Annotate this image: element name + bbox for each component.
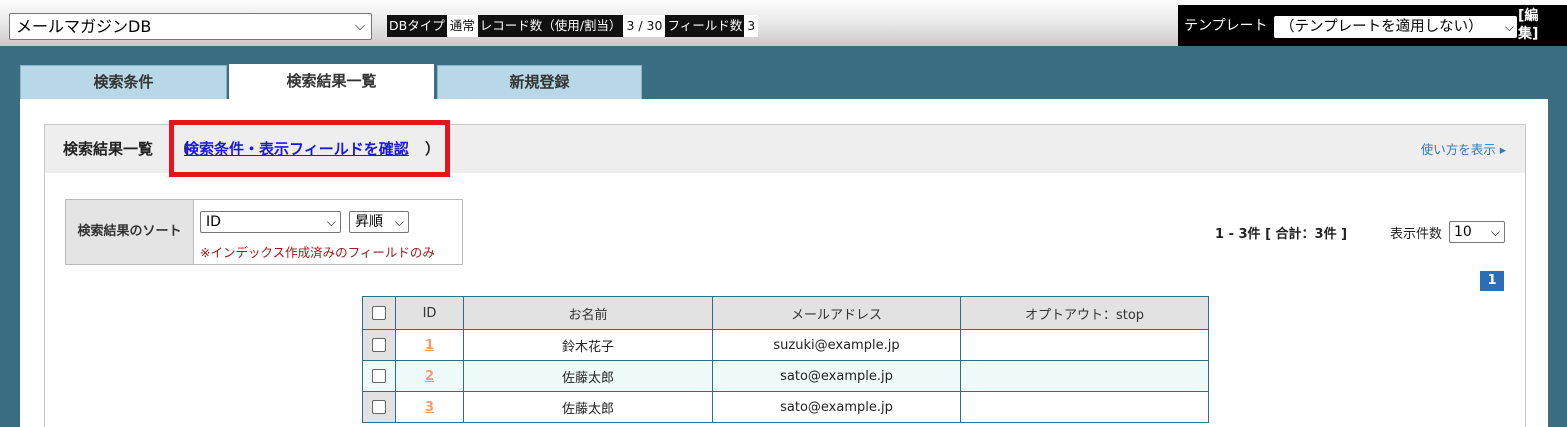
sort-order-select[interactable]: 昇順 ⌵ xyxy=(349,211,409,233)
table-row: 3 佐藤太郎 sato@example.jp xyxy=(362,391,1209,423)
id-cell: 1 xyxy=(395,329,464,361)
section-header: 検索結果一覧 （ 検索条件・表示フィールドを確認 ） 使い方を表示 ▸ xyxy=(45,120,1525,177)
main-panel: 検索結果一覧 （ 検索条件・表示フィールドを確認 ） 使い方を表示 ▸ 検索結果… xyxy=(20,99,1548,427)
perpage-value: 10 xyxy=(1454,224,1472,240)
row-select-cell xyxy=(362,391,396,423)
sort-field-value: ID xyxy=(206,214,221,230)
record-id-link[interactable]: 1 xyxy=(425,338,434,353)
table-row: 2 佐藤太郎 sato@example.jp xyxy=(362,360,1209,392)
sort-order-value: 昇順 xyxy=(355,214,383,230)
sort-box: 検索結果のソート ID ⌵ 昇順 ⌵ ※インデックス作成済みのフィールドのみ xyxy=(65,199,463,265)
col-name-header: お名前 xyxy=(463,296,713,330)
name-cell: 佐藤太郎 xyxy=(463,360,713,392)
section-title: 検索結果一覧 xyxy=(63,140,154,158)
record-id-link[interactable]: 2 xyxy=(425,369,434,384)
optout-cell xyxy=(960,360,1209,392)
id-cell: 2 xyxy=(395,360,464,392)
page-button-1[interactable]: 1 xyxy=(1480,271,1504,291)
select-all-cell xyxy=(362,296,396,330)
id-cell: 3 xyxy=(395,391,464,423)
results-table: ID お名前 メールアドレス オプトアウト：stop 1 鈴木花子 suzuki… xyxy=(362,296,1209,423)
row-checkbox[interactable] xyxy=(372,338,386,352)
name-cell: 鈴木花子 xyxy=(463,329,713,361)
tab-search-conditions[interactable]: 検索条件 xyxy=(20,65,227,100)
howto-link[interactable]: 使い方を表示 ▸ xyxy=(1421,139,1506,158)
chevron-down-icon: ⌵ xyxy=(1490,225,1500,239)
stat-records-label: レコード数（使用/割当） xyxy=(477,15,624,37)
db-stats: DBタイプ 通常 レコード数（使用/割当） 3 / 30 フィールド数 3 xyxy=(387,15,759,37)
stat-records-value: 3 / 30 xyxy=(623,15,666,37)
template-select[interactable]: （テンプレートを適用しない） ⌵ xyxy=(1274,16,1517,38)
chevron-down-icon: ⌵ xyxy=(355,19,365,34)
col-optout-header: オプトアウト：stop xyxy=(960,296,1209,330)
col-email-header: メールアドレス xyxy=(712,296,961,330)
template-edit-link[interactable]: [編集] xyxy=(1518,7,1540,43)
tab-search-results[interactable]: 検索結果一覧 xyxy=(229,64,434,101)
record-id-link[interactable]: 3 xyxy=(425,400,434,415)
highlight-box xyxy=(169,120,450,177)
optout-cell xyxy=(960,391,1209,423)
name-cell: 佐藤太郎 xyxy=(463,391,713,423)
email-cell: sato@example.jp xyxy=(712,391,961,423)
result-count: 1 - 3件 [ 合計：3件 ] xyxy=(1215,227,1348,242)
sort-note: ※インデックス作成済みのフィールドのみ xyxy=(200,245,435,260)
chevron-down-icon: ⌵ xyxy=(326,215,336,229)
email-cell: sato@example.jp xyxy=(712,360,961,392)
tab-new-record[interactable]: 新規登録 xyxy=(437,65,642,100)
sort-controls: ID ⌵ 昇順 ⌵ ※インデックス作成済みのフィールドのみ xyxy=(194,200,462,264)
sort-label: 検索結果のソート xyxy=(66,200,194,264)
col-id-header: ID xyxy=(395,296,464,330)
template-select-value: （テンプレートを適用しない） xyxy=(1280,19,1483,35)
row-select-cell xyxy=(362,329,396,361)
select-all-checkbox[interactable] xyxy=(372,306,386,320)
top-bar: メールマガジンDB ⌵ DBタイプ 通常 レコード数（使用/割当） 3 / 30… xyxy=(0,0,1567,46)
perpage-select[interactable]: 10 ⌵ xyxy=(1449,221,1505,243)
stat-fields-value: 3 xyxy=(744,15,759,37)
optout-cell xyxy=(960,329,1209,361)
row-checkbox[interactable] xyxy=(372,369,386,383)
table-row: 1 鈴木花子 suzuki@example.jp xyxy=(362,329,1209,361)
db-select-value: メールマガジンDB xyxy=(16,17,152,36)
table-header-row: ID お名前 メールアドレス オプトアウト：stop xyxy=(362,296,1209,330)
chevron-down-icon: ⌵ xyxy=(1502,16,1514,38)
row-checkbox[interactable] xyxy=(372,400,386,414)
stat-fields-label: フィールド数 xyxy=(665,15,745,37)
stat-dbtype-value: 通常 xyxy=(446,15,478,37)
template-label: テンプレート xyxy=(1184,18,1268,34)
template-bar: テンプレート （テンプレートを適用しない） ⌵ [編集] xyxy=(1178,5,1567,46)
row-select-cell xyxy=(362,360,396,392)
sort-field-select[interactable]: ID ⌵ xyxy=(200,211,341,233)
chevron-down-icon: ⌵ xyxy=(394,215,404,229)
db-select[interactable]: メールマガジンDB ⌵ xyxy=(9,13,372,40)
email-cell: suzuki@example.jp xyxy=(712,329,961,361)
stat-dbtype-label: DBタイプ xyxy=(387,15,447,37)
results-section: 検索結果一覧 （ 検索条件・表示フィールドを確認 ） 使い方を表示 ▸ 検索結果… xyxy=(44,120,1526,427)
perpage-label: 表示件数 xyxy=(1390,227,1443,242)
